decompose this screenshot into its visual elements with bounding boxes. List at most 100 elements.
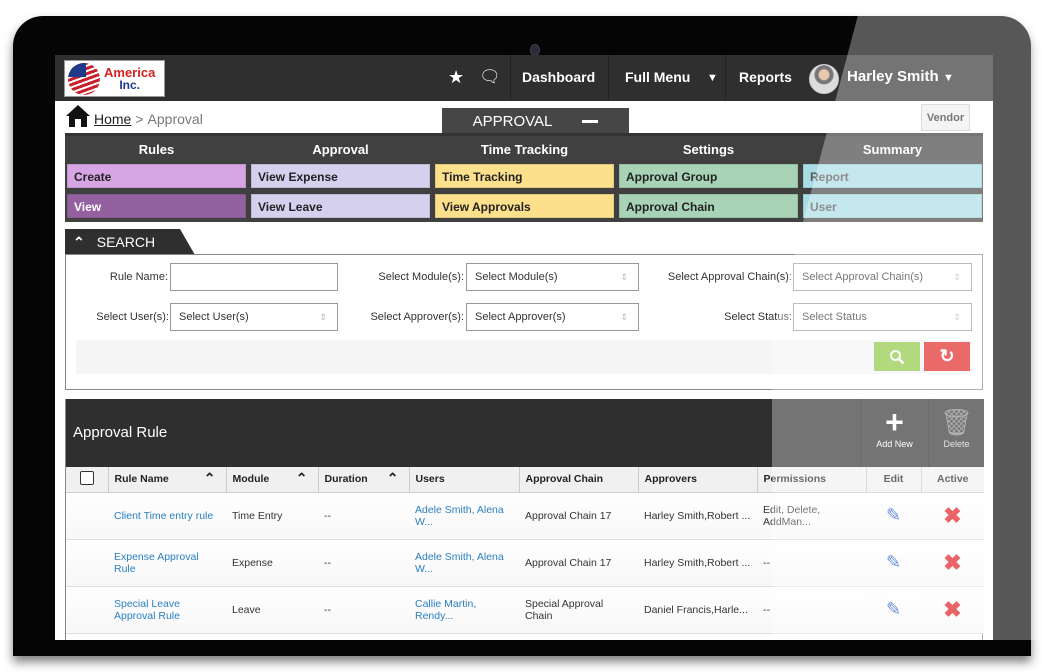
approval-rule-panel: Approval Rule + Add New 🗑 Delete Rule Na… <box>65 399 984 640</box>
refresh-icon: ↻ <box>939 346 955 366</box>
col-active: Active <box>921 467 984 493</box>
breadcrumb-home[interactable]: Home <box>94 111 131 127</box>
select-all-header <box>66 467 109 493</box>
top-navbar: America Inc. ★ 🗨 Dashboard Full Menu ▼ R… <box>55 55 993 101</box>
menu-column-approval: Approval View Expense View Leave <box>251 136 430 224</box>
user-select[interactable]: Select User(s) ⇕ <box>170 303 338 331</box>
row-select-cell <box>66 539 108 587</box>
menu-item-view-expense[interactable]: View Expense <box>251 164 430 188</box>
menu-column-title: Rules <box>138 142 175 157</box>
approval-rule-header: Approval Rule + Add New 🗑 Delete <box>66 399 984 467</box>
approvers-cell: Harley Smith,Robert ... <box>638 539 757 587</box>
home-icon[interactable] <box>66 105 90 127</box>
nav-full-menu[interactable]: Full Menu <box>625 69 690 85</box>
x-icon[interactable]: ✖ <box>943 550 961 575</box>
col-edit: Edit <box>866 467 922 493</box>
menu-item-approval-group[interactable]: Approval Group <box>619 164 798 188</box>
menu-column-title: Time Tracking <box>480 142 569 157</box>
rule-name-link[interactable]: Special Leave Approval Rule <box>108 586 226 634</box>
sort-up-icon[interactable]: ⌃ <box>296 470 308 487</box>
rule-name-link[interactable]: Expense Approval Rule <box>108 539 226 587</box>
approval-chain-select[interactable]: Select Approval Chain(s) ⇕ <box>793 263 972 291</box>
nav-divider <box>608 55 609 101</box>
reset-button[interactable]: ↻ <box>924 342 970 371</box>
approval-chain-cell: Approval Chain 17 <box>519 492 638 540</box>
col-approvers: Approvers <box>638 467 758 493</box>
user-menu-caret-icon[interactable]: ▼ <box>943 72 954 84</box>
menu-item-report[interactable]: Report <box>803 164 982 188</box>
user-name[interactable]: Harley Smith <box>847 68 939 85</box>
screen: America Inc. ★ 🗨 Dashboard Full Menu ▼ R… <box>55 55 993 640</box>
breadcrumb-current: Approval <box>147 111 203 127</box>
sort-up-icon[interactable]: ⌃ <box>387 470 399 487</box>
table-row: Client Time entry rule Time Entry -- Ade… <box>66 492 984 540</box>
company-logo[interactable]: America Inc. <box>64 60 165 97</box>
module-cell: Time Entry <box>226 492 318 540</box>
vendor-button[interactable]: Vendor <box>921 104 970 131</box>
users-link[interactable]: Callie Martin, Rendy... <box>409 586 519 634</box>
search-button[interactable] <box>874 342 920 371</box>
menu-item-user[interactable]: User <box>803 194 982 218</box>
module-cell: Expense <box>226 539 318 587</box>
x-icon[interactable]: ✖ <box>943 503 961 528</box>
user-avatar[interactable] <box>809 64 839 94</box>
duration-cell: -- <box>318 586 409 634</box>
approval-section-tab[interactable]: APPROVAL <box>442 108 629 134</box>
approval-rule-title: Approval Rule <box>73 424 168 441</box>
approver-select[interactable]: Select Approver(s) ⇕ <box>466 303 639 331</box>
pencil-icon[interactable]: ✎ <box>886 505 901 525</box>
add-new-button[interactable]: + Add New <box>860 399 928 467</box>
users-link[interactable]: Adele Smith, Alena W... <box>409 492 519 540</box>
row-select-cell <box>66 586 108 634</box>
search-toggle-tab[interactable]: ⌃ SEARCH <box>65 229 195 255</box>
module-label: Select Module(s): <box>378 271 464 283</box>
chat-icon[interactable]: 🗨 <box>479 67 501 87</box>
nav-divider <box>510 55 511 101</box>
search-title: SEARCH <box>96 234 156 250</box>
sort-up-icon[interactable]: ⌃ <box>204 470 216 487</box>
table-header-row: Rule Name ⌃ Module ⌃ Duration ⌃ Users Appro… <box>66 467 984 493</box>
select-arrows-icon: ⇕ <box>620 272 628 282</box>
x-icon[interactable]: ✖ <box>943 597 961 622</box>
menu-item-view-approvals[interactable]: View Approvals <box>435 194 614 218</box>
breadcrumb-separator: > <box>135 111 144 127</box>
star-icon[interactable]: ★ <box>448 67 464 88</box>
search-panel: Rule Name: Select Module(s): Select Modu… <box>65 254 983 390</box>
chevron-down-icon[interactable]: ▼ <box>707 72 718 84</box>
rule-name-input[interactable] <box>170 263 338 291</box>
table-row: Special Leave Approval Rule Leave -- Cal… <box>66 586 984 634</box>
col-rule-name[interactable]: Rule Name ⌃ <box>108 467 227 493</box>
globe-icon <box>68 62 100 95</box>
menu-item-create[interactable]: Create <box>67 164 246 188</box>
delete-button[interactable]: 🗑 Delete <box>928 399 984 467</box>
plus-icon: + <box>885 404 904 440</box>
menu-item-time-tracking[interactable]: Time Tracking <box>435 164 614 188</box>
approval-rule-table: Rule Name ⌃ Module ⌃ Duration ⌃ Users Appro… <box>66 467 984 634</box>
users-link[interactable]: Adele Smith, Alena W... <box>409 539 519 587</box>
approval-chain-label: Select Approval Chain(s): <box>667 271 792 283</box>
col-duration[interactable]: Duration ⌃ <box>318 467 410 493</box>
menu-column-title: Summary <box>862 142 923 157</box>
col-module[interactable]: Module ⌃ <box>226 467 319 493</box>
approver-select-value: Select Approver(s) <box>475 311 566 323</box>
module-select[interactable]: Select Module(s) ⇕ <box>466 263 639 291</box>
table-row: Expense Approval Rule Expense -- Adele S… <box>66 539 984 587</box>
search-icon <box>890 349 905 364</box>
pencil-icon[interactable]: ✎ <box>886 552 901 572</box>
nav-dashboard[interactable]: Dashboard <box>522 69 595 85</box>
breadcrumb: Home > Approval <box>66 105 203 127</box>
rule-name-link[interactable]: Client Time entry rule <box>108 492 226 540</box>
nav-reports[interactable]: Reports <box>739 69 792 85</box>
section-tab-label: APPROVAL <box>472 112 553 130</box>
menu-column-title: Approval <box>312 142 369 157</box>
menu-item-view[interactable]: View <box>67 194 246 218</box>
menu-item-view-leave[interactable]: View Leave <box>251 194 430 218</box>
user-label: Select User(s): <box>96 311 169 323</box>
menu-item-approval-chain[interactable]: Approval Chain <box>619 194 798 218</box>
collapse-icon[interactable] <box>582 119 599 123</box>
pencil-icon[interactable]: ✎ <box>886 599 901 619</box>
chevron-up-icon[interactable]: ⌃ <box>73 234 85 251</box>
select-all-checkbox[interactable] <box>79 470 94 485</box>
approval-chain-select-value: Select Approval Chain(s) <box>802 271 924 283</box>
status-select[interactable]: Select Status ⇕ <box>793 303 972 331</box>
